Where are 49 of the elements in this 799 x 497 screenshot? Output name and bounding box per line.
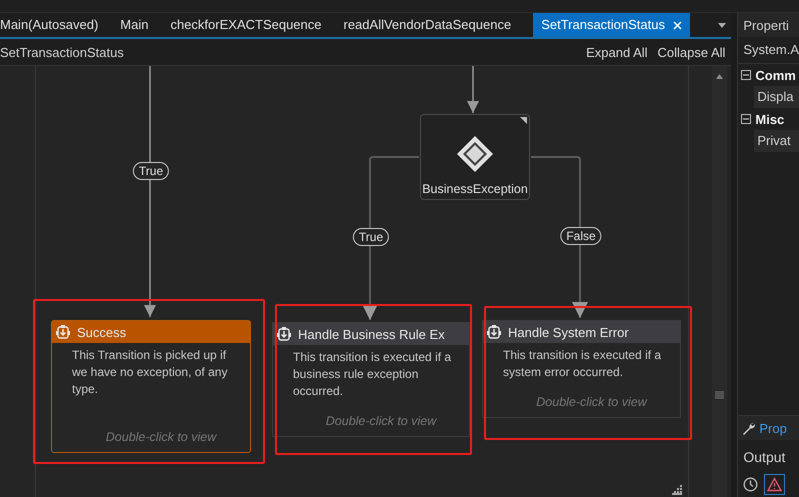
card-title: Success [77,324,126,340]
resize-grip-icon[interactable] [672,485,682,495]
dropdown-caret-icon[interactable] [718,23,726,28]
warning-filter-button[interactable] [764,474,786,494]
clock-icon[interactable] [743,476,758,492]
collapse-icon[interactable] [741,114,752,124]
state-card[interactable]: Handle Business Rule Ex This transition is executed if a business rule exception occurred. Double-click to view [272,322,470,437]
property-group: Misc [755,112,784,126]
transition-label: True [132,162,170,180]
close-icon[interactable] [673,20,682,30]
transition-label: True [352,228,390,246]
collapse-icon[interactable] [741,70,752,80]
state-card[interactable]: Success This Transition is picked up if we have no exception, of any type. Double-click to view [51,320,251,453]
card-hint: Double-click to view [104,430,218,446]
card-title: Handle Business Rule Ex [298,326,445,342]
robot-icon [276,326,292,342]
document-tab[interactable]: readAllVendorDataSequence [344,13,534,37]
card-hint: Double-click to view [324,414,438,430]
document-tab[interactable]: Main(Autosaved) [0,13,120,37]
property-name: Privat [754,130,799,152]
scroll-up-icon[interactable] [716,74,724,79]
panel-title: Output [742,448,786,467]
state-card[interactable]: Handle System Error This transition is executed if a system error occurred. Double-click to view [482,320,681,418]
decision-node[interactable]: BusinessException [420,114,530,200]
property-name: Displa [754,86,799,108]
toolbar-button[interactable]: Expand All [582,44,652,60]
corner-triangle-icon [520,117,527,124]
breadcrumb: SetTransactionStatus [0,44,125,60]
panel-title: Properti [738,13,799,37]
transition-label: False [560,227,602,245]
grip-icon[interactable] [715,391,724,399]
card-description: This Transition is picked up if we have no exception, of any type. [71,347,228,398]
document-tab[interactable]: Main [120,13,170,37]
connector-arrow [467,66,479,113]
decision-label: BusinessException [422,182,528,196]
toolbar-button[interactable]: Collapse All [654,44,730,60]
document-tab[interactable]: SetTransactionStatus [533,13,690,37]
property-group: Comm [755,68,796,82]
wrench-icon [741,420,756,436]
card-hint: Double-click to view [535,395,648,411]
document-tab[interactable]: checkforEXACTSequence [170,13,344,37]
card-title: Handle System Error [508,324,629,340]
robot-icon [486,324,502,340]
diamond-icon [455,134,495,174]
card-description: This transition is executed if a system error occurred. [502,347,662,381]
scrollbar[interactable] [712,66,728,497]
card-description: This transition is executed if a business rule exception occurred. [292,349,452,400]
object-type: System.A [738,37,799,64]
robot-icon [55,324,71,340]
